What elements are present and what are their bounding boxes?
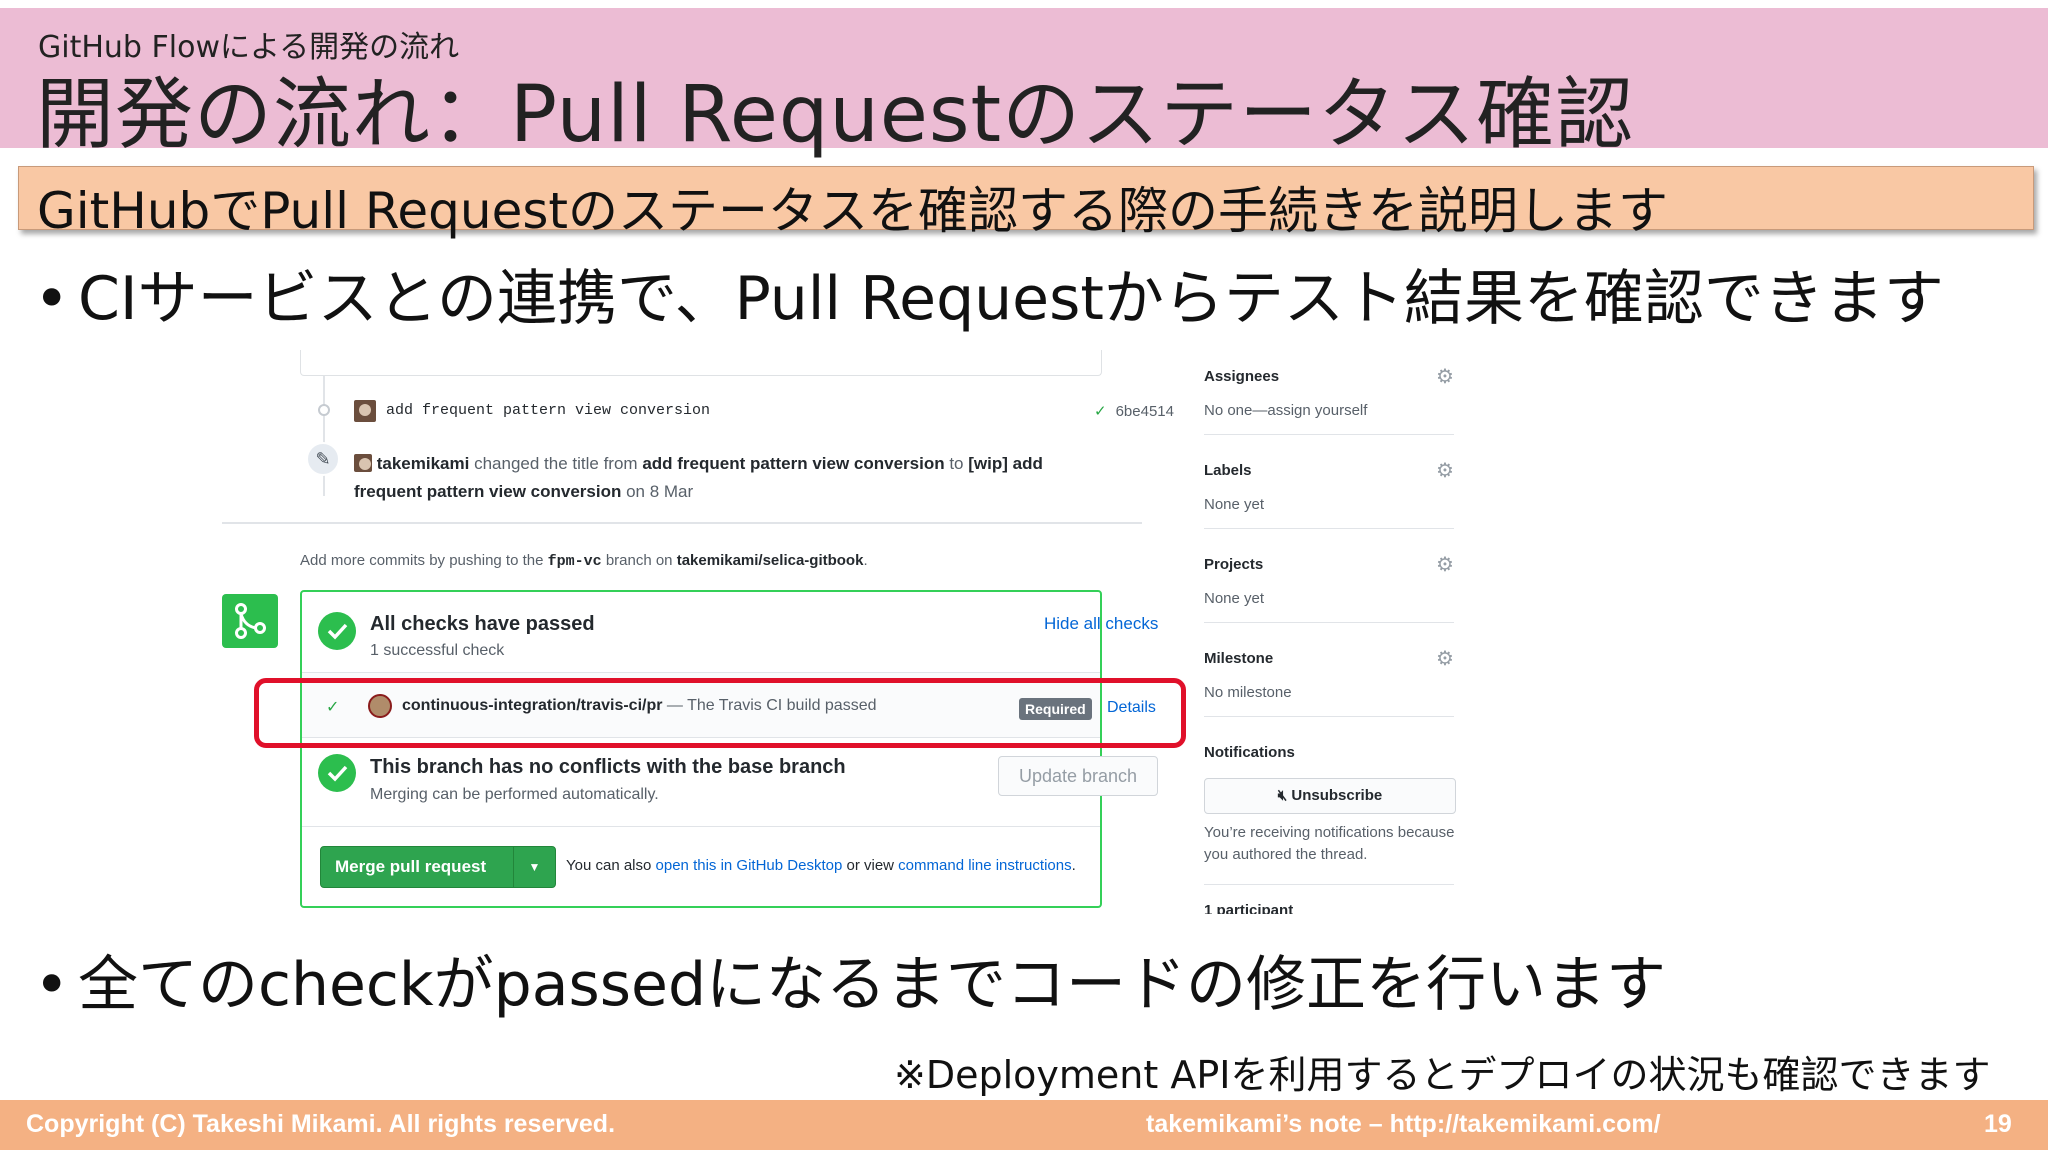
event-action: changed the title from <box>474 454 638 473</box>
projects-value: None yet <box>1204 590 1265 607</box>
title-change-event: takemikami changed the title from add fr… <box>354 450 1114 506</box>
bullet-2: • 全てのcheckがpassedになるまでコードの修正を行います <box>34 936 1666 1023</box>
caret-down-icon[interactable]: ▼ <box>513 847 555 887</box>
merge-alt-prefix: You can also <box>566 857 652 874</box>
unsubscribe-label: Unsubscribe <box>1291 787 1383 804</box>
divider <box>302 826 1100 827</box>
timeline-line <box>323 376 325 496</box>
labels-value: None yet <box>1204 496 1265 513</box>
merge-pull-request-button[interactable]: Merge pull request ▼ <box>320 846 556 888</box>
slide-footer: Copyright (C) Takeshi Mikami. All rights… <box>0 1100 2048 1150</box>
check-circle-icon <box>318 612 356 650</box>
event-to: to <box>949 454 964 473</box>
bullet-dot: • <box>34 950 70 1020</box>
open-in-desktop-link[interactable]: open this in GitHub Desktop <box>656 857 843 874</box>
check-circle-icon <box>318 754 356 792</box>
avatar <box>354 454 372 472</box>
event-date: on 8 Mar <box>626 482 694 501</box>
commit-sha[interactable]: ✓ 6be4514 <box>1094 402 1174 421</box>
bullet-2-text: 全てのcheckがpassedになるまでコードの修正を行います <box>78 950 1667 1020</box>
avatar <box>354 400 376 422</box>
add-more-prefix: Add more commits by pushing to the <box>300 552 544 569</box>
assignees-heading: Assignees <box>1204 368 1280 385</box>
hide-all-checks-link[interactable]: Hide all checks <box>1044 614 1158 634</box>
divider <box>1204 434 1454 435</box>
merge-alternatives-text: You can also open this in GitHub Desktop… <box>566 857 1076 874</box>
gear-icon[interactable]: ⚙ <box>1436 458 1454 483</box>
branch-name: fpm-vc <box>547 553 602 570</box>
event-old-title: add frequent pattern view conversion <box>642 454 945 473</box>
command-line-instructions-link[interactable]: command line instructions <box>898 857 1071 874</box>
github-pr-screenshot: add frequent pattern view conversion ✓ 6… <box>222 350 1482 920</box>
merge-alt-suffix: . <box>1071 857 1076 874</box>
milestone-value: No milestone <box>1204 684 1292 701</box>
gear-icon[interactable]: ⚙ <box>1436 364 1454 389</box>
add-more-suffix: . <box>863 552 868 569</box>
footer-site: takemikami’s note – http://takemikami.co… <box>1146 1110 1661 1138</box>
slide-description-box: GitHubでPull Requestのステータスを確認する際の手続きを説明しま… <box>18 166 2034 240</box>
divider <box>1204 716 1454 717</box>
mute-icon: 🔇︎ <box>1277 787 1288 804</box>
event-user[interactable]: takemikami <box>377 454 470 473</box>
update-branch-button[interactable]: Update branch <box>998 756 1158 796</box>
checks-subtitle: 1 successful check <box>370 642 505 659</box>
slide-note: ※Deployment APIを利用するとデプロイの状況も確認できます <box>894 1053 1991 1097</box>
commit-sha-value: 6be4514 <box>1115 403 1174 420</box>
labels-heading: Labels <box>1204 462 1252 479</box>
slide-header: GitHub Flowによる開発の流れ 開発の流れ：Pull Requestのス… <box>0 8 2048 160</box>
page-number: 19 <box>1984 1110 2012 1138</box>
participants-heading: 1 participant <box>1204 902 1294 914</box>
conflicts-title: This branch has no conflicts with the ba… <box>370 756 846 778</box>
bullet-dot: • <box>34 264 70 334</box>
checks-title: All checks have passed <box>370 613 595 635</box>
merge-alt-middle: or view <box>846 857 894 874</box>
conflicts-subtitle: Merging can be performed automatically. <box>370 786 659 803</box>
commit-message[interactable]: add frequent pattern view conversion <box>386 402 710 419</box>
git-merge-icon <box>222 594 278 648</box>
notifications-heading: Notifications <box>1204 744 1295 761</box>
pencil-icon: ✎ <box>306 442 340 476</box>
slide-description: GitHubでPull Requestのステータスを確認する際の手続きを説明しま… <box>37 182 1669 240</box>
gear-icon[interactable]: ⚙ <box>1436 552 1454 577</box>
highlight-box <box>254 678 1186 748</box>
milestone-heading: Milestone <box>1204 650 1274 667</box>
slide-title: 開発の流れ：Pull Requestのステータス確認 <box>36 70 1635 160</box>
gear-icon[interactable]: ⚙ <box>1436 646 1454 671</box>
commit-status-check-icon: ✓ <box>1094 402 1107 420</box>
previous-timeline-box <box>300 350 1102 376</box>
commit-icon <box>318 404 330 416</box>
bullet-1: • CIサービスとの連携で、Pull Requestからテスト結果を確認できます <box>34 250 1944 337</box>
notifications-reason: You’re receiving notifications because y… <box>1204 824 1455 863</box>
bullet-1-text: CIサービスとの連携で、Pull Requestからテスト結果を確認できます <box>78 264 1944 334</box>
footer-copyright: Copyright (C) Takeshi Mikami. All rights… <box>26 1110 616 1138</box>
repo-name: takemikami/selica-gitbook <box>676 552 864 569</box>
unsubscribe-button[interactable]: 🔇︎ Unsubscribe <box>1204 778 1456 814</box>
divider <box>1204 884 1454 885</box>
divider <box>1204 622 1454 623</box>
divider <box>222 522 1142 524</box>
add-more-commits-hint: Add more commits by pushing to the fpm-v… <box>300 552 868 570</box>
merge-button-label: Merge pull request <box>335 857 487 876</box>
assignees-value[interactable]: No one—assign yourself <box>1204 402 1367 419</box>
divider <box>1204 528 1454 529</box>
add-more-middle: branch on <box>605 552 673 569</box>
projects-heading: Projects <box>1204 556 1264 573</box>
